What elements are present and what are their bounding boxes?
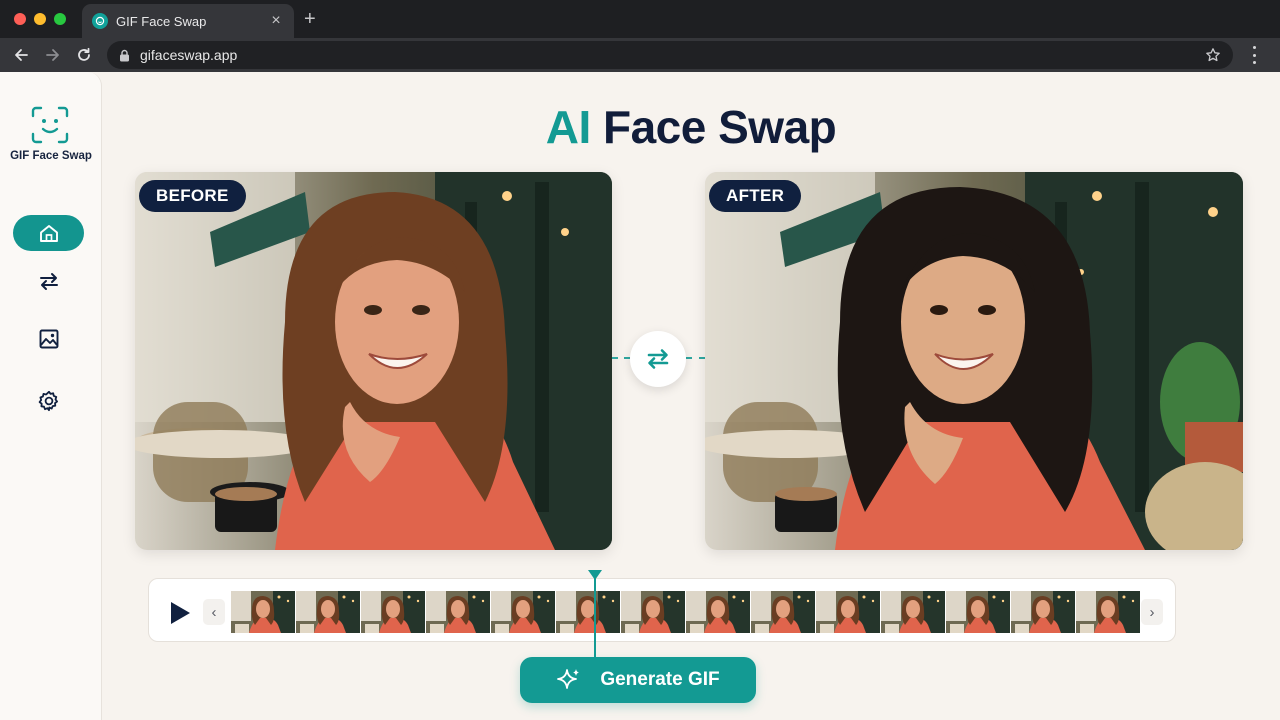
playhead-handle[interactable]: [588, 570, 602, 580]
browser-toolbar: gifaceswap.app: [0, 38, 1280, 72]
frame-timeline: ‹ ›: [148, 578, 1176, 642]
playhead[interactable]: [594, 576, 596, 660]
back-icon[interactable]: [10, 44, 32, 66]
forward-icon[interactable]: [42, 44, 64, 66]
after-portrait-image: [705, 172, 1243, 550]
sidebar-item-gallery[interactable]: [13, 321, 84, 357]
new-tab-icon[interactable]: +: [304, 9, 316, 29]
generate-gif-button[interactable]: Generate GIF: [520, 657, 756, 703]
minimize-window-button[interactable]: [34, 13, 46, 25]
frame-thumbnail[interactable]: [751, 591, 815, 633]
browser-tab[interactable]: GIF Face Swap ×: [82, 4, 294, 38]
swap-faces-button[interactable]: [630, 331, 686, 387]
browser-menu-icon[interactable]: [1246, 46, 1262, 64]
frame-thumbnail[interactable]: [296, 591, 360, 633]
sidebar: GIF Face Swap: [0, 72, 102, 720]
sparkle-icon: [557, 669, 580, 689]
sidebar-item-swap[interactable]: [13, 263, 84, 299]
app-canvas: GIF Face Swap AI Face Swap BEFORE AFTER …: [0, 72, 1280, 720]
tab-close-icon[interactable]: ×: [268, 12, 284, 30]
bookmark-star-icon[interactable]: [1205, 47, 1221, 68]
sidebar-item-settings[interactable]: [13, 383, 84, 419]
tab-title: GIF Face Swap: [116, 13, 207, 29]
reload-icon[interactable]: [73, 44, 95, 66]
frame-thumbnail[interactable]: [426, 591, 490, 633]
frame-thumbnail[interactable]: [881, 591, 945, 633]
after-photo: AFTER: [705, 172, 1243, 550]
face-scan-logo-icon: [31, 106, 69, 144]
home-icon: [39, 225, 58, 242]
timeline-next-button[interactable]: ›: [1141, 599, 1163, 625]
title-rest: Face Swap: [603, 101, 837, 153]
tab-favicon-icon: [92, 13, 108, 29]
lock-icon: [120, 49, 129, 61]
sidebar-item-home[interactable]: [13, 215, 84, 251]
frame-thumbnail[interactable]: [946, 591, 1010, 633]
frame-strip: [231, 591, 1141, 633]
browser-tab-bar: GIF Face Swap × +: [0, 0, 1280, 38]
frame-thumbnail[interactable]: [361, 591, 425, 633]
play-icon[interactable]: [169, 601, 191, 625]
frame-thumbnail[interactable]: [816, 591, 880, 633]
frame-thumbnail[interactable]: [1076, 591, 1140, 633]
title-accent: AI: [545, 101, 592, 153]
frame-thumbnail[interactable]: [1011, 591, 1075, 633]
timeline-prev-button[interactable]: ‹: [203, 599, 225, 625]
maximize-window-button[interactable]: [54, 13, 66, 25]
generate-gif-label: Generate GIF: [600, 669, 720, 690]
address-bar[interactable]: gifaceswap.app: [107, 41, 1233, 69]
before-portrait-image: [135, 172, 612, 550]
connector-right: [686, 357, 705, 359]
frame-thumbnail[interactable]: [556, 591, 620, 633]
url-text: gifaceswap.app: [140, 47, 238, 63]
frame-thumbnail[interactable]: [491, 591, 555, 633]
close-window-button[interactable]: [14, 13, 26, 25]
before-label: BEFORE: [139, 180, 246, 212]
frame-thumbnail[interactable]: [231, 591, 295, 633]
frame-thumbnail[interactable]: [686, 591, 750, 633]
image-icon: [39, 329, 58, 349]
page-title: AI Face Swap: [102, 100, 1280, 154]
swap-arrows-icon: [647, 349, 669, 369]
swap-icon: [39, 273, 58, 290]
connector-left: [612, 357, 630, 359]
after-label: AFTER: [709, 180, 802, 212]
gear-icon: [38, 390, 58, 412]
before-photo: BEFORE: [135, 172, 612, 550]
logo-text: GIF Face Swap: [10, 150, 92, 162]
frame-thumbnail[interactable]: [621, 591, 685, 633]
